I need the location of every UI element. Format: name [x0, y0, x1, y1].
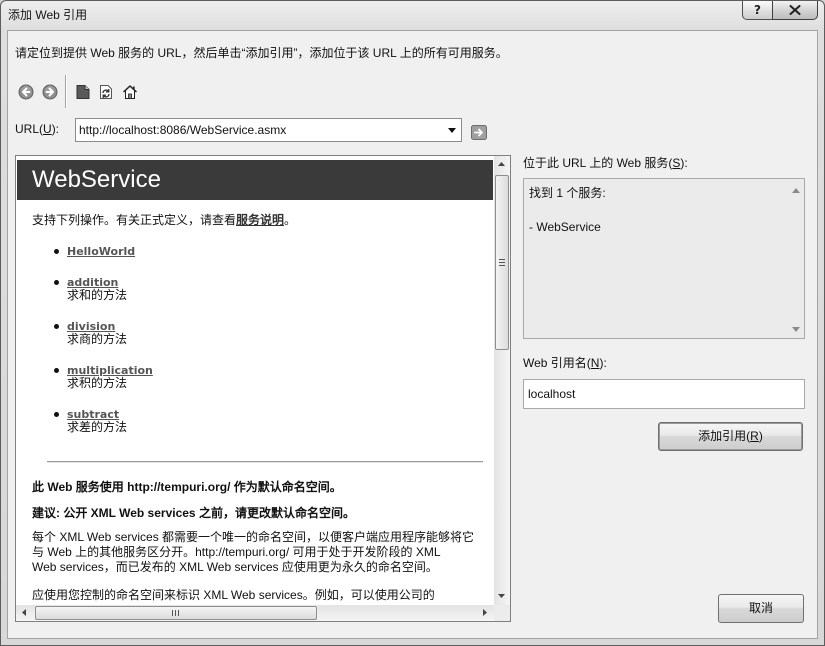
reference-name-input[interactable] [523, 379, 805, 409]
add-reference-access-key: R [750, 429, 759, 443]
operations-intro: 支持下列操作。有关正式定义，请查看服务说明。 [32, 213, 296, 227]
operation-description: 求差的方法 [67, 420, 128, 434]
services-found-text: 找到 1 个服务: [529, 186, 606, 200]
scroll-up-button[interactable] [494, 156, 510, 173]
scroll-up-icon [498, 162, 505, 166]
services-label-suffix: ): [680, 156, 688, 170]
home-button[interactable] [122, 84, 138, 100]
service-description-link[interactable]: 服务说明 [236, 213, 284, 227]
services-label: 位于此 URL 上的 Web 服务(S): [523, 156, 688, 170]
scroll-down-icon [792, 327, 800, 332]
url-combobox[interactable] [75, 118, 462, 142]
services-scroll-down-button[interactable] [792, 327, 800, 332]
reference-name-label-prefix: Web 引用名( [523, 356, 591, 370]
horizontal-scroll-thumb[interactable] [35, 606, 317, 620]
paragraph-line: 与 Web 上的其他服务区分开。http://tempuri.org/ 可用于处… [32, 545, 441, 559]
stop-button[interactable] [75, 84, 91, 100]
scrollbar-grip [499, 259, 505, 266]
browser-panel[interactable]: WebService 支持下列操作。有关正式定义，请查看服务说明。 HelloW… [15, 155, 511, 622]
forward-icon [42, 84, 58, 100]
operation-description: 求和的方法 [67, 288, 128, 302]
window-title: 添加 Web 引用 [8, 8, 88, 22]
scroll-down-icon [498, 594, 505, 598]
add-reference-label-prefix: 添加引用( [698, 429, 751, 443]
url-label: URL(U): [15, 122, 59, 136]
paragraph-line: 每个 XML Web services 都需要一个唯一的命名空间，以便客户端应用… [32, 530, 475, 544]
cancel-button[interactable]: 取消 [718, 594, 804, 623]
close-button[interactable] [772, 1, 818, 20]
list-item: multiplication 求积的方法 [54, 364, 153, 390]
scroll-right-button[interactable] [477, 605, 494, 621]
scrollbar-grip [172, 610, 179, 616]
go-button[interactable] [471, 125, 487, 140]
namespace-explanation: 每个 XML Web services 都需要一个唯一的命名空间，以便客户端应用… [32, 530, 474, 575]
url-label-prefix: URL( [15, 122, 44, 136]
scroll-up-icon [792, 188, 800, 193]
horizontal-scrollbar[interactable] [16, 605, 494, 621]
list-item: HelloWorld [54, 245, 153, 258]
url-label-suffix: ): [51, 122, 60, 136]
reference-name-label: Web 引用名(N): [523, 356, 607, 370]
service-heading: WebService [32, 166, 161, 193]
scrollbar-corner [494, 605, 510, 621]
list-item: division 求商的方法 [54, 320, 153, 346]
namespace-guidance: 应使用您控制的命名空间来标识 XML Web services。例如，可以使用公… [32, 588, 435, 602]
vertical-scrollbar[interactable] [494, 156, 510, 605]
scroll-right-icon [483, 609, 487, 616]
list-item: subtract 求差的方法 [54, 408, 153, 434]
back-icon [18, 84, 34, 100]
namespace-recommendation: 建议: 公开 XML Web services 之前，请更改默认命名空间。 [32, 506, 355, 520]
intro-text-end: 。 [284, 213, 297, 227]
refresh-icon [100, 85, 112, 99]
scroll-left-button[interactable] [16, 605, 33, 621]
intro-text: 支持下列操作。有关正式定义，请查看 [32, 213, 237, 227]
add-reference-label-suffix: ) [758, 429, 763, 443]
service-entry: - WebService [529, 220, 601, 234]
close-icon [789, 5, 801, 15]
services-list-box[interactable]: 找到 1 个服务: - WebService [523, 178, 805, 339]
back-button[interactable] [18, 84, 34, 100]
help-button[interactable]: ? [742, 1, 773, 20]
list-item: addition 求和的方法 [54, 276, 153, 302]
home-icon [122, 85, 138, 99]
reference-name-label-suffix: ): [599, 356, 607, 370]
operation-description: 求商的方法 [67, 332, 128, 346]
refresh-button[interactable] [98, 84, 114, 100]
forward-button[interactable] [42, 84, 58, 100]
toolbar-separator [65, 75, 67, 108]
service-heading-bar: WebService [17, 160, 493, 200]
services-label-prefix: 位于此 URL 上的 Web 服务( [523, 156, 673, 170]
scroll-left-icon [22, 609, 26, 616]
instruction-text: 请定位到提供 Web 服务的 URL，然后单击“添加引用”，添加位于该 URL … [15, 46, 508, 60]
service-description-page: WebService 支持下列操作。有关正式定义，请查看服务说明。 HelloW… [16, 156, 494, 605]
go-icon [471, 125, 487, 140]
operation-description: 求积的方法 [67, 376, 128, 390]
horizontal-rule [47, 461, 483, 463]
operations-list: HelloWorld addition 求和的方法 division 求商的方法 m… [54, 245, 153, 452]
stop-icon [76, 85, 90, 99]
scroll-down-button[interactable] [494, 588, 510, 605]
namespace-notice: 此 Web 服务使用 http://tempuri.org/ 作为默认命名空间。 [32, 480, 342, 494]
add-reference-button[interactable]: 添加引用(R) [658, 422, 803, 451]
chevron-down-icon [448, 128, 456, 133]
url-input[interactable] [76, 119, 438, 141]
operation-link-helloworld[interactable]: HelloWorld [67, 245, 135, 258]
vertical-scroll-thumb[interactable] [495, 175, 509, 350]
paragraph-line: Web services，而已发布的 XML Web services 应使用更… [32, 560, 438, 574]
url-dropdown-button[interactable] [444, 119, 461, 141]
url-label-access-key: U [43, 122, 52, 136]
services-scroll-up-button[interactable] [792, 188, 800, 193]
